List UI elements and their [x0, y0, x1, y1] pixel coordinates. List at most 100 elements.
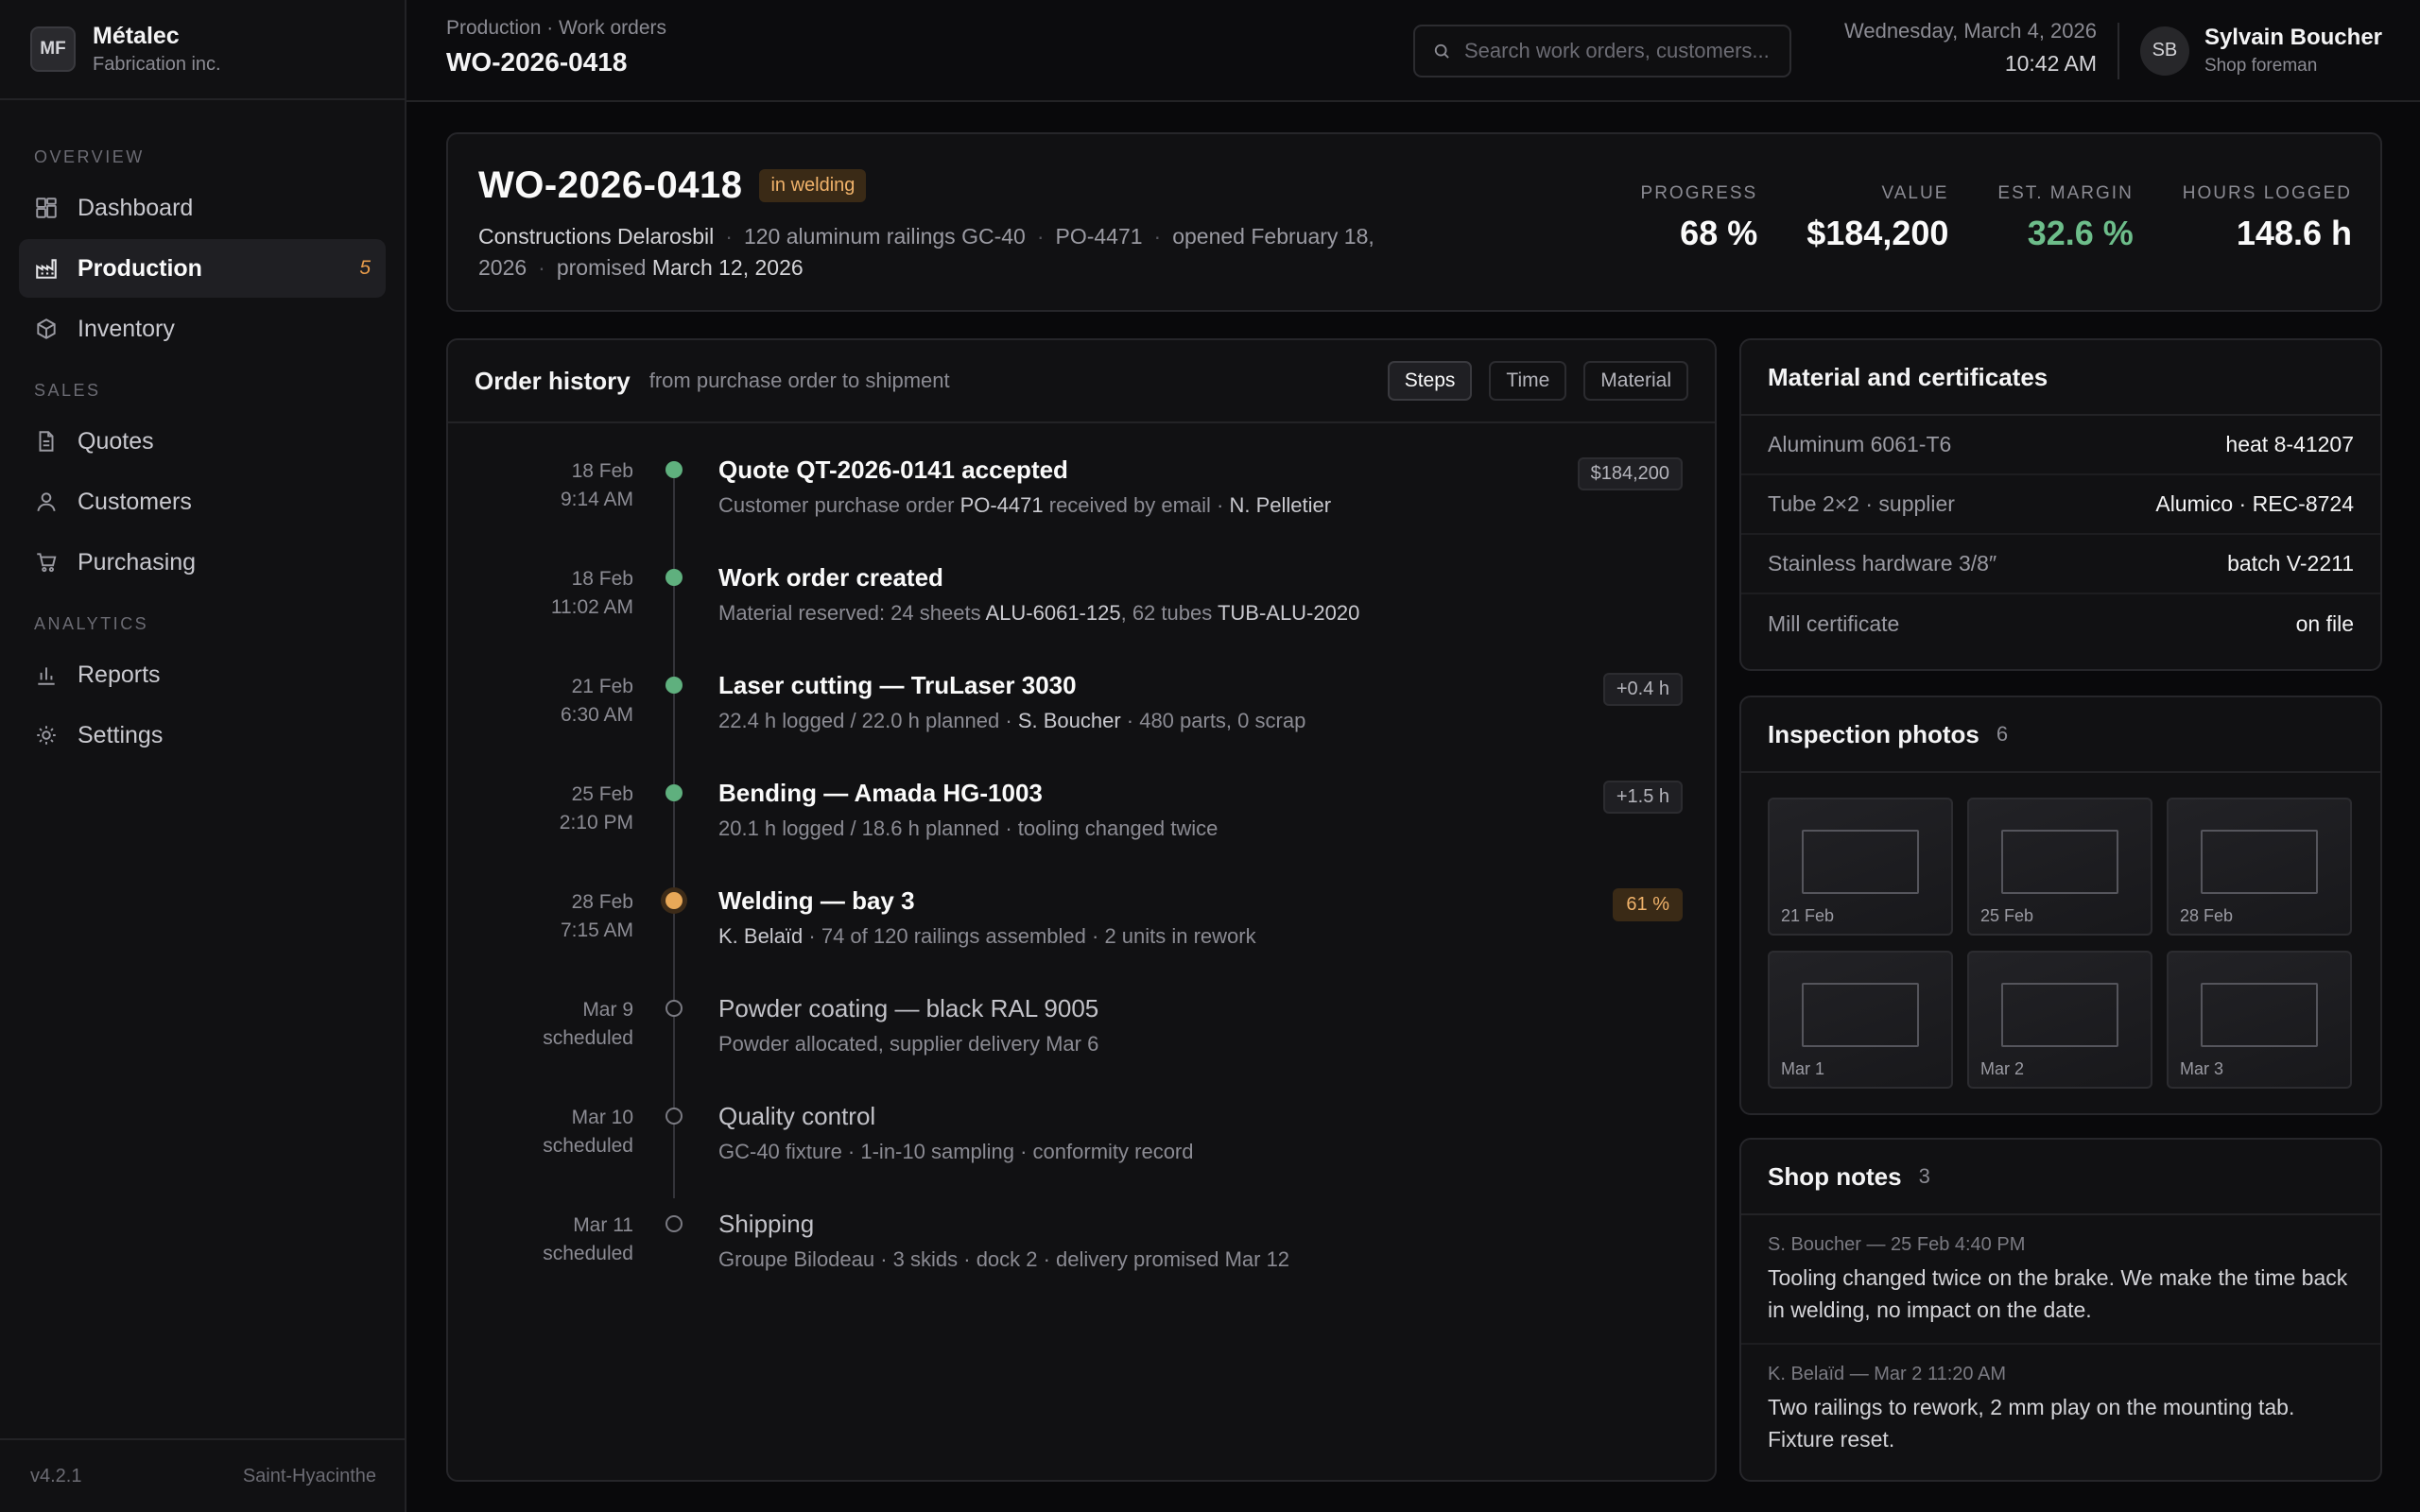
nav-section-sales: SALES [34, 381, 101, 400]
note-item[interactable]: S. Boucher — 25 Feb 4:40 PM Tooling chan… [1741, 1215, 2380, 1345]
work-order-summary: WO-2026-0418 in welding Constructions De… [446, 132, 2382, 312]
note-item[interactable]: K. Belaïd — Mar 2 11:20 AM Two railings … [1741, 1345, 2380, 1472]
image-placeholder-icon [1802, 830, 1919, 894]
sidebar-item-label: Quotes [78, 427, 154, 455]
brand-logo: MF [30, 26, 76, 72]
image-placeholder-icon [1802, 983, 1919, 1047]
view-toggle-steps[interactable]: Steps [1387, 361, 1473, 401]
cart-icon [37, 553, 57, 573]
divider [2118, 23, 2119, 79]
search-input[interactable] [1464, 39, 1772, 63]
step-done-dot [666, 677, 683, 694]
panel-title: Inspection photos [1768, 719, 1979, 748]
material-row[interactable]: Tube 2×2 · supplier Alumico · REC-8724 [1741, 475, 2380, 535]
brand-subtitle: Fabrication inc. [93, 54, 221, 75]
factory-icon [36, 259, 57, 279]
step-title: Laser cutting — TruLaser 3030 [718, 671, 1077, 699]
sidebar-item-customers[interactable]: Customers [19, 472, 386, 531]
timeline-step[interactable]: 18 Feb 9:14 AM Quote QT-2026-0141 accepte… [448, 444, 1715, 552]
step-progress-tag: 61 % [1613, 888, 1683, 921]
sidebar-item-label: Purchasing [78, 548, 197, 576]
current-time: 10:42 AM [2004, 51, 2097, 76]
sidebar-item-label: Customers [78, 488, 192, 515]
step-variance-tag: +0.4 h [1602, 673, 1683, 706]
timeline-step[interactable]: Mar 11 scheduled Shipping Groupe Bilodeau… [448, 1198, 1715, 1306]
step-amount-tag: $184,200 [1577, 457, 1683, 490]
step-done-dot [666, 461, 683, 478]
photo-thumbnail[interactable]: Mar 2 [1967, 951, 2152, 1089]
photo-thumbnail[interactable]: Mar 1 [1768, 951, 1953, 1089]
stat-value: VALUE $184,200 [1806, 183, 1949, 252]
sidebar-item-label: Reports [78, 661, 161, 688]
timeline-step[interactable]: Mar 10 scheduled Quality control GC-40 fi… [448, 1091, 1715, 1198]
order-description: 120 aluminum railings GC-40 [743, 224, 1026, 249]
sidebar-item-label: Dashboard [78, 194, 194, 221]
brand[interactable]: MF Métalec Fabrication inc. [0, 0, 405, 100]
search-box[interactable] [1413, 25, 1791, 77]
timeline-step[interactable]: Mar 9 scheduled Powder coating — black RA… [448, 983, 1715, 1091]
panel-title: Material and certificates [1768, 362, 2048, 391]
step-title: Powder coating — black RAL 9005 [718, 994, 1099, 1022]
sidebar-item-quotes[interactable]: Quotes [19, 412, 386, 471]
timeline: 18 Feb 9:14 AM Quote QT-2026-0141 accepte… [448, 423, 1715, 1306]
material-row[interactable]: Mill certificate on file [1741, 594, 2380, 654]
photo-thumbnail[interactable]: 21 Feb [1768, 798, 1953, 936]
customer-name[interactable]: Constructions Delarosbil [478, 224, 714, 249]
photo-thumbnail[interactable]: 25 Feb [1967, 798, 2152, 936]
page-title: WO-2026-0418 [446, 47, 628, 77]
sidebar-item-production[interactable]: Production 5 [19, 239, 386, 298]
sidebar-item-reports[interactable]: Reports [19, 645, 386, 704]
step-pending-dot [666, 1000, 683, 1017]
step-done-dot [666, 569, 683, 586]
image-placeholder-icon [2001, 983, 2118, 1047]
image-placeholder-icon [2201, 830, 2318, 894]
production-count-badge: 5 [359, 257, 371, 279]
step-pending-dot [666, 1108, 683, 1125]
step-done-dot [666, 784, 683, 801]
photo-thumbnail[interactable]: Mar 3 [2167, 951, 2352, 1089]
view-toggle-material[interactable]: Material [1583, 361, 1688, 401]
timeline-step[interactable]: 21 Feb 6:30 AM Laser cutting — TruLaser 3… [448, 660, 1715, 767]
sidebar-item-label: Settings [78, 721, 164, 748]
stat-hours: HOURS LOGGED 148.6 h [2182, 183, 2352, 252]
stat-margin: EST. MARGIN 32.6 % [1997, 183, 2134, 252]
timeline-step[interactable]: 25 Feb 2:10 PM Bending — Amada HG-1003 20… [448, 767, 1715, 875]
materials-panel: Material and certificates Aluminum 6061-… [1739, 338, 2382, 671]
image-placeholder-icon [2201, 983, 2318, 1047]
promised-label: promised [556, 255, 647, 280]
work-order-meta: Constructions Delarosbil · 120 aluminum ra… [478, 224, 1374, 280]
step-description: Groupe Bilodeau · 3 skids · dock 2 · del… [718, 1247, 1290, 1271]
bar-chart-icon [38, 667, 55, 685]
status-badge: in welding [759, 169, 867, 202]
material-row[interactable]: Stainless hardware 3/8″ batch V-2211 [1741, 535, 2380, 594]
order-history-panel: Order history from purchase order to shi… [446, 338, 1717, 1482]
step-description: K. Belaïd · 74 of 120 railings assembled… [718, 924, 1256, 948]
timeline-step[interactable]: 28 Feb 7:15 AM Welding — bay 3 K. Belaïd … [448, 875, 1715, 983]
timeline-step[interactable]: 18 Feb 11:02 AM Work order created Materi… [448, 552, 1715, 660]
photo-thumbnail[interactable]: 28 Feb [2167, 798, 2352, 936]
photo-grid: 21 Feb 25 Feb 28 Feb Mar 1 Mar 2 Mar 3 [1768, 798, 2352, 1089]
step-title: Bending — Amada HG-1003 [718, 779, 1043, 807]
shop-notes-panel: Shop notes 3 S. Boucher — 25 Feb 4:40 PM… [1739, 1138, 2382, 1482]
step-description: Customer purchase order PO-4471 received… [718, 493, 1332, 517]
step-pending-dot [666, 1215, 683, 1232]
plant-location: Saint-Hyacinthe [242, 1465, 376, 1486]
sidebar-item-dashboard[interactable]: Dashboard [19, 179, 386, 237]
breadcrumb[interactable]: Production · Work orders [446, 17, 666, 40]
panel-title: Order history [475, 366, 631, 395]
user-icon [37, 492, 56, 512]
step-description: 22.4 h logged / 22.0 h planned · S. Bouc… [718, 709, 1306, 732]
sidebar-item-inventory[interactable]: Inventory [19, 300, 386, 358]
note-text: Two railings to rework, 2 mm play on the… [1768, 1395, 2295, 1452]
image-placeholder-icon [2001, 830, 2118, 894]
nav-section-overview: OVERVIEW [34, 147, 145, 166]
step-active-dot [666, 892, 683, 909]
step-description: Material reserved: 24 sheets ALU-6061-12… [718, 601, 1360, 625]
nav-section-analytics: ANALYTICS [34, 614, 149, 633]
top-bar: Production · Work orders WO-2026-0418 We… [406, 0, 2420, 102]
view-toggle-time[interactable]: Time [1489, 361, 1567, 401]
material-row[interactable]: Aluminum 6061-T6 heat 8-41207 [1741, 416, 2380, 475]
sidebar-item-purchasing[interactable]: Purchasing [19, 533, 386, 592]
sidebar-item-settings[interactable]: Settings [19, 706, 386, 765]
user-menu[interactable]: SB Sylvain Boucher Shop foreman [2139, 25, 2382, 77]
